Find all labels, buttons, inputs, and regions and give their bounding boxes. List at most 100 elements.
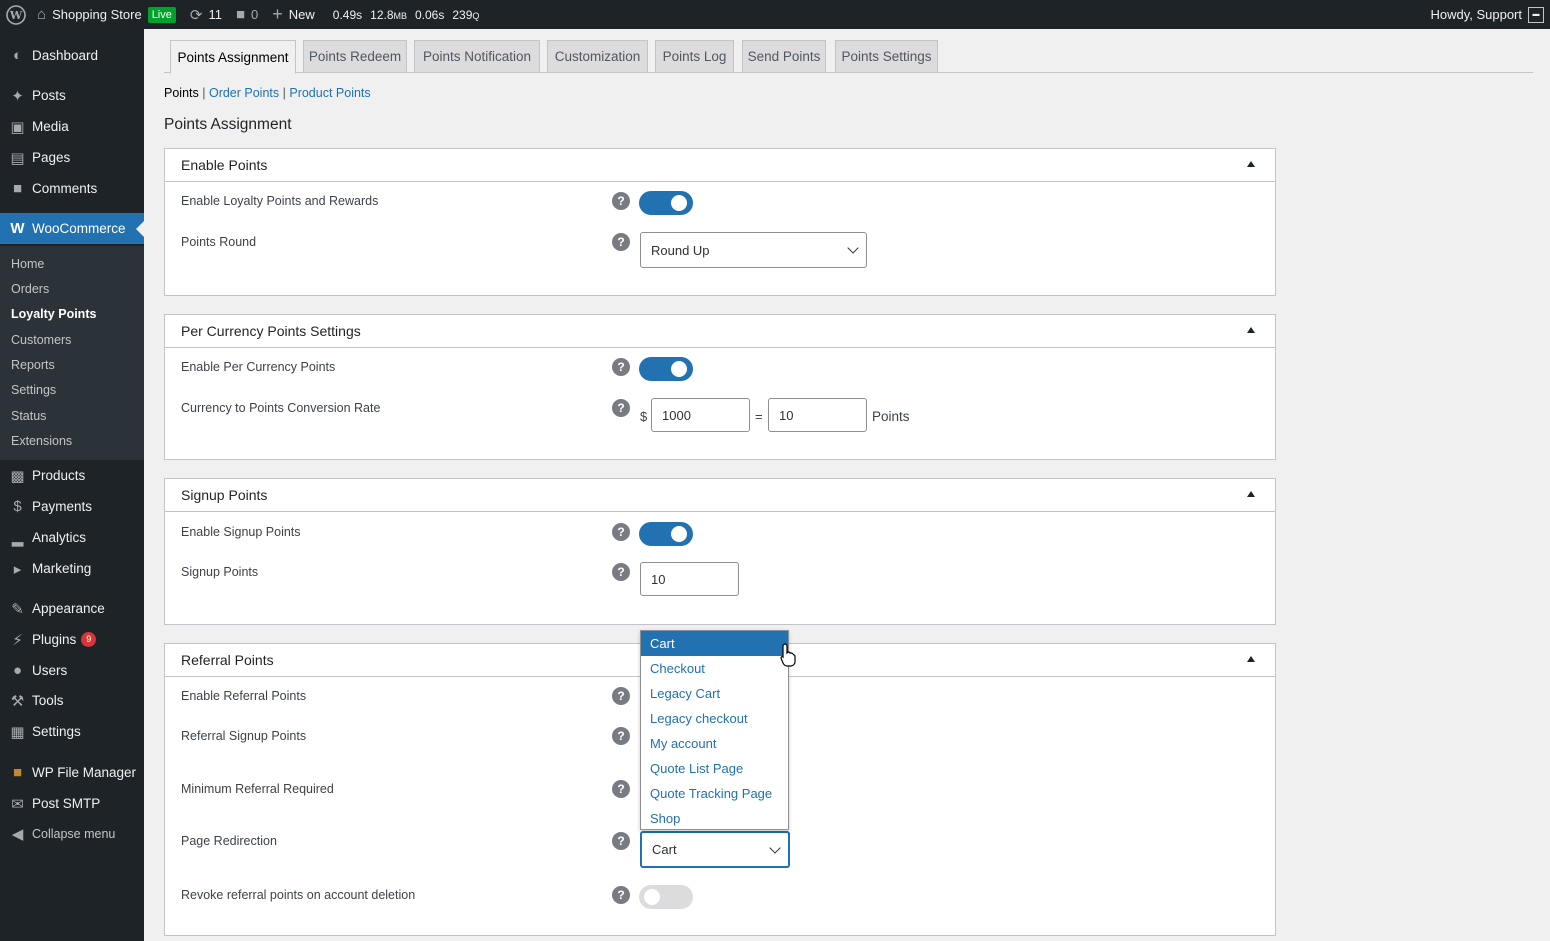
subnav-product-points[interactable]: Product Points [289,86,370,100]
submenu-item-status[interactable]: Status [11,409,46,423]
enable-points-panel-header[interactable]: Enable Points [165,149,1275,182]
sidebar-item-tools[interactable]: ⚒ Tools [0,685,144,716]
per-currency-panel: Per Currency Points Settings Enable Per … [164,314,1276,460]
sidebar-item-dashboard[interactable]: ◐ Dashboard [0,40,144,71]
folder-icon: ■ [12,764,23,781]
tab-points-settings[interactable]: Points Settings [835,40,938,73]
wordpress-logo-icon[interactable]: W [1,0,30,29]
submenu-item-settings[interactable]: Settings [11,383,56,397]
currency-amount-input[interactable]: 1000 [651,398,750,432]
help-icon[interactable]: ? [612,886,630,904]
site-name-link[interactable]: ⌂ Shopping Store Live [30,0,183,29]
sidebar-item-label: Dashboard [32,48,99,63]
new-content-link[interactable]: + New [265,0,322,29]
enable-loyalty-toggle[interactable] [639,191,693,215]
help-icon[interactable]: ? [612,358,630,376]
collapse-menu-button[interactable]: ◀ Collapse menu [0,818,144,849]
dropdown-option-legacy-checkout[interactable]: Legacy checkout [641,706,788,731]
tab-points-notification[interactable]: Points Notification [414,40,540,73]
sidebar-item-marketing[interactable]: ▸ Marketing [0,553,144,584]
dropdown-option-my-account[interactable]: My account [641,731,788,756]
dollar-icon: $ [13,498,22,515]
signup-points-input[interactable]: 10 [640,562,739,596]
collapse-caret-icon[interactable] [1247,656,1255,662]
tab-points-log[interactable]: Points Log [655,40,734,73]
sidebar-item-appearance[interactable]: ✎ Appearance [0,593,144,624]
page-redirection-select[interactable]: Cart [640,831,790,868]
dropdown-option-checkout[interactable]: Checkout [641,656,788,681]
points-round-value: Round Up [651,242,710,258]
updates-link[interactable]: ⟳ 11 [183,0,229,29]
dropdown-option-cart[interactable]: Cart [641,631,788,656]
dropdown-option-legacy-cart[interactable]: Legacy Cart [641,681,788,706]
dropdown-option-quote-tracking-page[interactable]: Quote Tracking Page [641,781,788,806]
enable-per-currency-toggle[interactable] [639,357,693,381]
enable-signup-toggle[interactable] [639,522,693,546]
help-icon[interactable]: ? [612,523,630,541]
submenu-item-reports[interactable]: Reports [11,358,55,372]
comment-bubble-icon: ■ [235,6,246,23]
help-icon[interactable]: ? [612,780,630,798]
help-icon[interactable]: ? [612,563,630,581]
help-icon[interactable]: ? [612,233,630,251]
submenu-item-loyalty-points[interactable]: Loyalty Points [11,307,96,321]
collapse-caret-icon[interactable] [1247,161,1255,167]
points-amount-input[interactable]: 10 [768,398,867,432]
dropdown-option-shop[interactable]: Shop [641,806,788,831]
tab-points-assignment[interactable]: Points Assignment [170,40,296,74]
points-round-select[interactable]: Round Up [640,232,867,268]
sidebar-item-pages[interactable]: ▤ Pages [0,142,144,173]
submenu-item-customers[interactable]: Customers [11,333,71,347]
query-monitor-link[interactable]: 0.49s 12.8MB 0.06s 239Q [322,0,491,29]
signup-points-panel-header[interactable]: Signup Points [165,479,1275,512]
page-title: Points Assignment [164,116,292,133]
sidebar-item-label: Media [32,119,69,134]
sidebar-item-products[interactable]: ▩ Products [0,460,144,491]
sidebar-item-analytics[interactable]: ▂ Analytics [0,522,144,553]
sidebar-item-settings[interactable]: ▦ Settings [0,716,144,747]
comments-link[interactable]: ■ 0 [229,0,265,29]
plus-icon: + [272,4,283,24]
subnav-separator: | [202,86,206,100]
archive-icon: ▩ [10,467,25,485]
subnav-points[interactable]: Points [164,86,199,100]
help-icon[interactable]: ? [612,399,630,417]
collapse-caret-icon[interactable] [1247,491,1255,497]
referral-signup-label: Referral Signup Points [181,729,307,743]
qm-memory-value: 12.8 [370,7,394,22]
sub-navigation: Points | Order Points | Product Points [164,86,371,100]
submenu-item-orders[interactable]: Orders [11,282,49,296]
sidebar-item-payments[interactable]: $ Payments [0,491,144,522]
help-icon[interactable]: ? [612,687,630,705]
subnav-order-points[interactable]: Order Points [209,86,279,100]
media-icon: ▣ [10,118,25,136]
sidebar-item-plugins[interactable]: ⚡ Plugins 9 [0,624,144,655]
submenu-item-home[interactable]: Home [11,257,44,271]
tab-customization[interactable]: Customization [547,40,648,73]
submenu-item-extensions[interactable]: Extensions [11,434,72,448]
sidebar-item-users[interactable]: ● Users [0,655,144,686]
sidebar-item-wp-file-manager[interactable]: ■ WP File Manager [0,757,144,788]
toggle-knob [671,526,687,542]
sidebar-item-posts[interactable]: ✦ Posts [0,80,144,111]
sidebar-item-post-smtp[interactable]: ✉ Post SMTP [0,788,144,819]
tab-points-redeem[interactable]: Points Redeem [303,40,407,73]
dropdown-option-quote-list-page[interactable]: Quote List Page [641,756,788,781]
help-icon[interactable]: ? [612,192,630,210]
help-icon[interactable]: ? [612,832,630,850]
collapse-arrow-icon: ◀ [11,825,24,843]
updates-icon: ⟳ [189,6,203,24]
revoke-referral-toggle[interactable] [639,885,693,909]
qm-queries: 239Q [448,8,483,22]
sliders-icon: ▦ [10,723,25,741]
help-icon[interactable]: ? [612,727,630,745]
site-name: Shopping Store [52,7,142,22]
per-currency-panel-header[interactable]: Per Currency Points Settings [165,315,1275,348]
my-account-link[interactable]: Howdy, Support ▬ [1423,0,1550,29]
sidebar-item-comments[interactable]: ■ Comments [0,173,144,204]
sidebar-item-media[interactable]: ▣ Media [0,111,144,142]
sidebar-item-woocommerce[interactable]: W WooCommerce [0,213,144,244]
collapse-caret-icon[interactable] [1247,327,1255,333]
tab-send-points[interactable]: Send Points [742,40,826,73]
enable-per-currency-label: Enable Per Currency Points [181,360,336,374]
